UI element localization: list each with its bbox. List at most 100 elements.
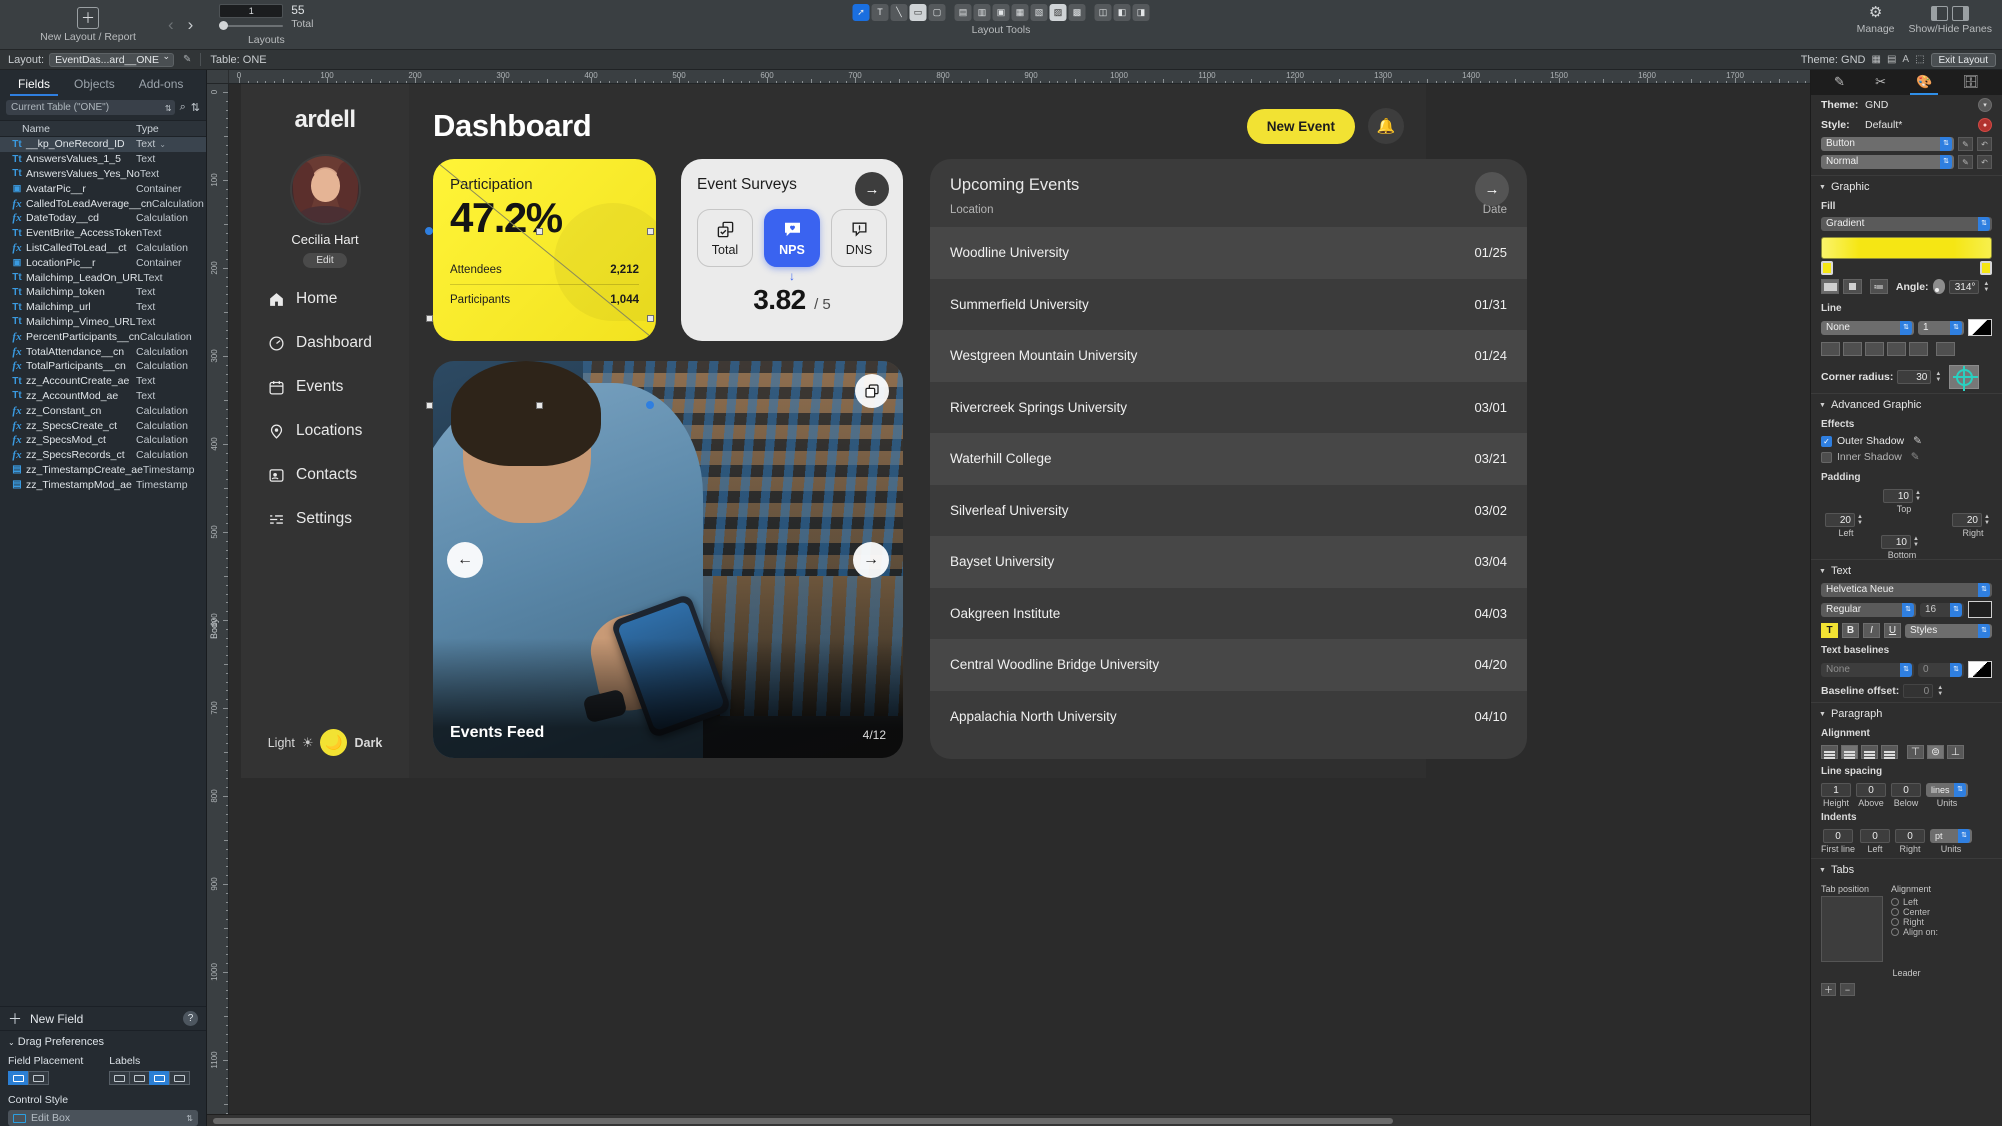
exit-layout-button[interactable]: Exit Layout — [1930, 52, 1996, 67]
layouts-slider-group[interactable]: 1 55 Total Layouts — [211, 3, 321, 46]
italic-button[interactable]: I — [1863, 623, 1880, 638]
field-row[interactable]: Tt Mailchimp_url Text — [0, 300, 206, 315]
indent-left-value[interactable]: 0 — [1860, 829, 1891, 843]
label-below-button[interactable] — [169, 1071, 191, 1085]
line-all-sides-button[interactable] — [1821, 342, 1840, 356]
inspector-tab-data[interactable]: 🗄 — [1956, 72, 1985, 94]
align-right-button[interactable] — [1861, 745, 1878, 759]
sidebar-item-home[interactable]: Home — [268, 290, 409, 308]
field-row[interactable]: fx DateToday__cd Calculation — [0, 211, 206, 226]
field-row[interactable]: Tt AnswersValues_1_5 Text — [0, 152, 206, 167]
field-row[interactable]: fx PercentParticipants__cn Calculation — [0, 329, 206, 344]
field-row[interactable]: Tt Mailchimp_Vimeo_URL Text — [0, 315, 206, 330]
field-row[interactable]: ▣ LocationPic__r Container — [0, 255, 206, 270]
fill-select[interactable]: Gradient — [1821, 217, 1992, 231]
avatar[interactable] — [291, 156, 359, 223]
pencil-icon[interactable]: ✎ — [183, 54, 191, 65]
slide-control-tool[interactable]: ▩ — [1068, 4, 1086, 21]
right-pane-icon[interactable] — [1952, 6, 1970, 21]
state-select[interactable]: Normal — [1821, 155, 1954, 169]
padding-left-stepper[interactable]: ▲ ▼ — [1857, 514, 1867, 526]
pointer-tool[interactable]: ➚ — [852, 4, 870, 21]
sidebar-item-dashboard[interactable]: Dashboard — [268, 334, 409, 352]
feed-next-button[interactable]: → — [853, 541, 889, 578]
gradient-stop-start[interactable] — [1821, 261, 1833, 275]
chart-tool[interactable]: ◧ — [1113, 4, 1131, 21]
upcoming-events-card[interactable]: Upcoming Events → Location Date Woodline… — [930, 159, 1527, 759]
valign-bottom-button[interactable]: ⊥ — [1947, 745, 1964, 759]
line-units-select[interactable]: lines — [1926, 783, 1968, 797]
angle-knob[interactable] — [1932, 279, 1946, 294]
padding-bottom-value[interactable]: 10 — [1881, 535, 1911, 549]
line-below-value[interactable]: 0 — [1891, 783, 1921, 797]
gradient-preview[interactable] — [1821, 237, 1992, 259]
outer-shadow-edit-icon[interactable]: ✎ — [1913, 435, 1922, 447]
text-highlight-button[interactable]: T — [1821, 623, 1838, 638]
grid-icon[interactable]: ▦ — [1871, 54, 1880, 65]
layout-navigation[interactable]: ‹ › — [168, 12, 193, 38]
table-row[interactable]: Westgreen Mountain University 01/24 — [930, 330, 1527, 382]
field-row[interactable]: Tt Mailchimp_LeadOn_URL Text — [0, 270, 206, 285]
popover-tool[interactable]: ▧ — [1030, 4, 1048, 21]
line-left-button[interactable] — [1843, 342, 1862, 356]
label-none-button[interactable] — [109, 1071, 131, 1085]
field-row[interactable]: fx TotalAttendance__cn Calculation — [0, 344, 206, 359]
field-row[interactable]: Tt __kp_OneRecord_ID Text ⌄ — [0, 137, 206, 152]
table-row[interactable]: Waterhill College 03/21 — [930, 433, 1527, 485]
paragraph-section-header[interactable]: ▼ Paragraph — [1811, 702, 2002, 724]
survey-tile-dns[interactable]: DNS — [831, 209, 887, 267]
linear-gradient-button[interactable] — [1821, 279, 1840, 294]
field-row[interactable]: ▣ AvatarPic__r Container — [0, 181, 206, 196]
corner-radius-value[interactable]: 30 — [1897, 370, 1932, 384]
help-icon[interactable]: ? — [183, 1011, 198, 1026]
bold-button[interactable]: B — [1842, 623, 1859, 638]
tab-align-center-radio[interactable]: Center — [1891, 907, 1938, 917]
angle-value[interactable]: 314° — [1949, 279, 1980, 294]
align-left-button[interactable] — [1821, 745, 1838, 759]
table-row[interactable]: Summerfield University 01/31 — [930, 279, 1527, 331]
field-row[interactable]: ▤ zz_TimestampCreate_ae Timestamp — [0, 463, 206, 478]
upcoming-arrow-right-icon[interactable]: → — [1475, 172, 1509, 206]
tabs-section-header[interactable]: ▼ Tabs — [1811, 858, 2002, 880]
text-styles-select[interactable]: Styles — [1905, 623, 1992, 638]
arrange-icon[interactable]: ⬚ — [1915, 54, 1924, 65]
inner-shadow-checkbox[interactable] — [1821, 451, 1832, 463]
layout-selector[interactable]: EventDas...ard__ONE — [49, 51, 174, 67]
field-row[interactable]: fx ListCalledToLead__ct Calculation — [0, 241, 206, 256]
rectangle-tool[interactable]: ▭ — [909, 4, 927, 21]
valign-middle-button[interactable]: ⊜ — [1927, 745, 1944, 759]
line-height-value[interactable]: 1 — [1821, 783, 1851, 797]
indent-units-select[interactable]: pt — [1930, 829, 1973, 843]
field-row[interactable]: Tt AnswersValues_Yes_No Text — [0, 167, 206, 182]
baseline-style-select[interactable]: None — [1821, 662, 1914, 677]
line-top-button[interactable] — [1865, 342, 1884, 356]
bell-icon[interactable]: 🔔 — [1368, 108, 1404, 144]
sidebar-nav[interactable]: Home Dashboard Events Locations Contacts Sett… — [241, 290, 409, 528]
gradient-settings-icon[interactable]: ≔ — [1869, 279, 1888, 294]
font-size-select[interactable]: 16 — [1920, 602, 1964, 617]
table-source-select[interactable]: Current Table ("ONE") — [6, 100, 175, 116]
object-type-select[interactable]: Button — [1821, 137, 1954, 151]
outer-shadow-row[interactable]: ✓ Outer Shadow ✎ — [1811, 433, 2002, 449]
table-row[interactable]: Central Woodline Bridge University 04/20 — [930, 639, 1527, 691]
field-row[interactable]: ▤ zz_TimestampMod_ae Timestamp — [0, 477, 206, 492]
font-color-swatch[interactable] — [1968, 601, 1992, 618]
padding-left-value[interactable]: 20 — [1825, 513, 1855, 527]
line-none-button[interactable] — [1936, 342, 1955, 356]
angle-stepper[interactable]: ▲ ▼ — [1983, 281, 1992, 293]
event-surveys-card[interactable]: Event Surveys → Total NPS DNS ↓ 3.82 / 5 — [681, 159, 903, 341]
edit-profile-button[interactable]: Edit — [303, 253, 347, 268]
field-row[interactable]: fx CalledToLeadAverage__cn Calculation — [0, 196, 206, 211]
layout-canvas[interactable]: ardell Cecilia Hart Edit Home Dashboard Ev… — [229, 84, 1810, 1114]
graphic-section-header[interactable]: ▼ Graphic — [1811, 175, 2002, 197]
tab-control-tool[interactable]: ▨ — [1049, 4, 1067, 21]
field-tool[interactable]: ▥ — [973, 4, 991, 21]
layout-slider[interactable] — [219, 20, 284, 31]
text-format-icon[interactable]: A — [1902, 54, 1909, 65]
inner-shadow-row[interactable]: Inner Shadow ✎ — [1811, 449, 2002, 465]
horizontal-scrollbar[interactable] — [207, 1114, 1810, 1126]
line-tool[interactable]: ╲ — [890, 4, 908, 21]
field-row[interactable]: fx zz_Constant_cn Calculation — [0, 403, 206, 418]
inspector-tab-styles[interactable]: ✂ — [1869, 72, 1892, 94]
upcoming-rows[interactable]: Woodline University 01/25 Summerfield Univ… — [930, 227, 1527, 742]
